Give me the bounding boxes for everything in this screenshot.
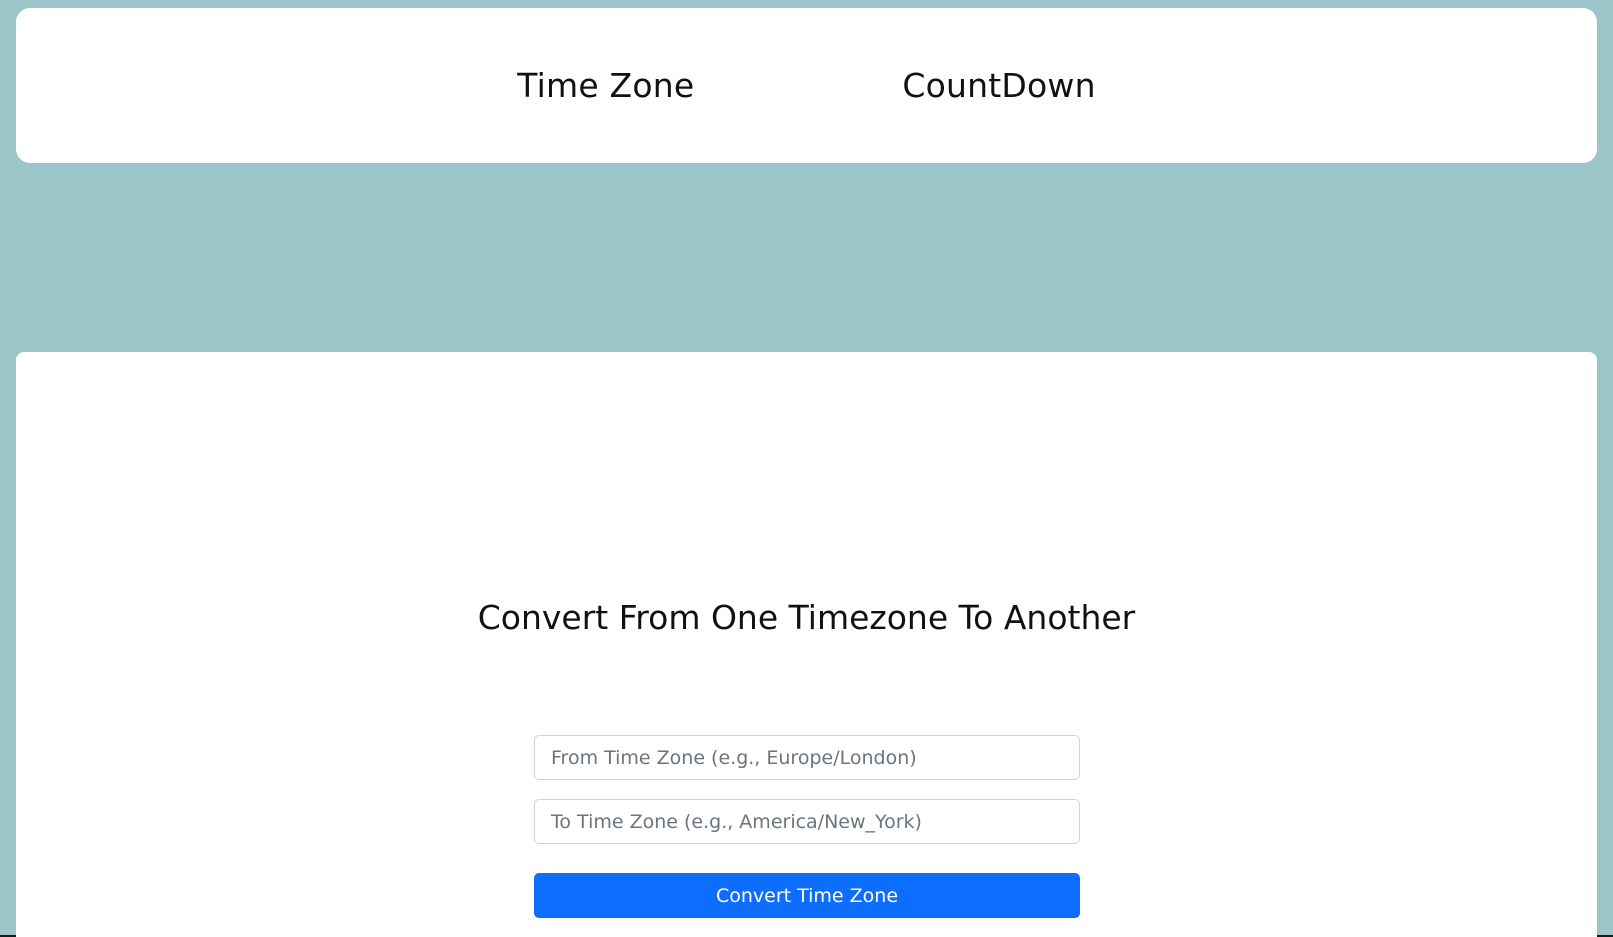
page-title: Convert From One Timezone To Another [477, 598, 1136, 637]
convert-time-zone-button[interactable]: Convert Time Zone [534, 873, 1080, 918]
converter-card: Convert From One Timezone To Another Con… [16, 352, 1597, 937]
page: Time Zone CountDown Convert From One Tim… [0, 0, 1613, 937]
header-nav: Time Zone CountDown [16, 8, 1597, 163]
timezone-form: Convert Time Zone [534, 735, 1080, 918]
nav-link-countdown[interactable]: CountDown [902, 66, 1095, 105]
nav-link-time-zone[interactable]: Time Zone [517, 66, 694, 105]
from-timezone-input[interactable] [534, 735, 1080, 780]
to-timezone-input[interactable] [534, 799, 1080, 844]
